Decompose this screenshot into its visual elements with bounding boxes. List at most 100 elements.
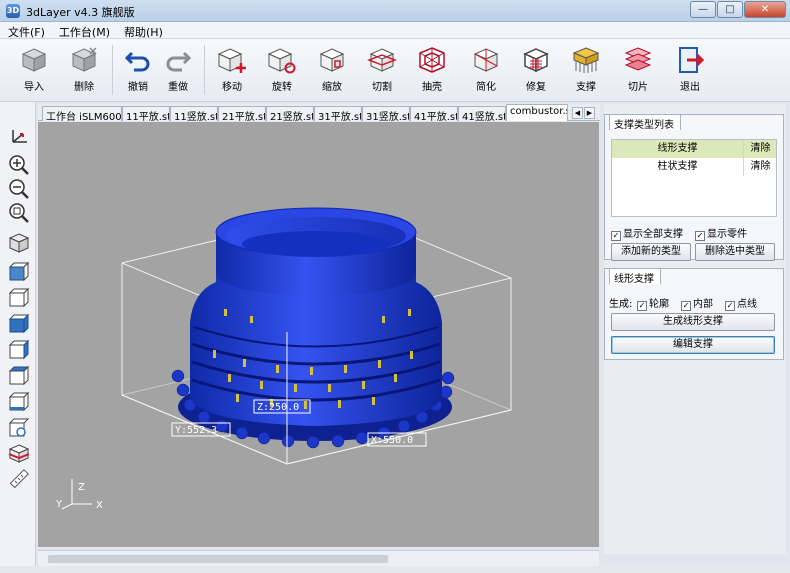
checkbox-checked-icon: ✓ (611, 231, 621, 241)
zoom-in-icon[interactable] (8, 154, 30, 176)
cut-cube-icon (367, 48, 397, 72)
view-reset-icon[interactable] (8, 416, 30, 438)
view-iso-icon[interactable] (8, 232, 30, 254)
tab-workbench[interactable]: 工作台 iSLM600QN (42, 106, 122, 121)
list-item[interactable]: 柱状支撑 清除 (612, 158, 776, 176)
slice-button[interactable]: 切片 (618, 43, 658, 99)
view-front-icon[interactable] (8, 260, 30, 282)
toolbar-separator (204, 45, 205, 95)
maximize-button[interactable]: □ (717, 1, 743, 18)
axis-z-label: Z (78, 482, 85, 493)
move-cube-icon (217, 48, 246, 73)
linear-support-title: 线形支撑 (609, 268, 661, 285)
menu-workbench[interactable]: 工作台(M) (51, 22, 116, 39)
view-top-icon[interactable] (8, 364, 30, 386)
delete-cube-icon (71, 47, 97, 72)
import-label: 导入 (24, 82, 44, 93)
clear-button[interactable]: 清除 (745, 140, 776, 158)
edit-support-button[interactable]: 编辑支撑 (611, 336, 775, 354)
cut-button[interactable]: 切割 (362, 43, 402, 99)
simplify-label: 简化 (476, 82, 496, 93)
repair-button[interactable]: 修复 (516, 43, 556, 99)
title-bar: 3D 3dLayer v4.3 旗舰版 — □ ✕ (0, 0, 790, 22)
menu-bar: 文件(F) 工作台(M) 帮助(H) (0, 22, 790, 39)
show-parts-checkbox[interactable]: ✓ 显示零件 (695, 225, 747, 241)
toolbar: 导入 删除 撤销 重做 移动 旋转 缩放 切割 抽壳 简化 修复 支撑 切片 退… (0, 39, 790, 102)
zoom-fit-icon[interactable] (8, 202, 30, 224)
tab-scroll-left-icon[interactable]: ◀ (572, 107, 583, 119)
tab-file[interactable]: 21平放.stl (218, 106, 266, 121)
show-all-supports-checkbox[interactable]: ✓ 显示全部支撑 (611, 225, 683, 241)
shell-label: 抽壳 (422, 82, 442, 93)
slice-layers-icon (624, 47, 652, 71)
import-button[interactable]: 导入 (14, 43, 54, 99)
delete-button[interactable]: 删除 (64, 43, 104, 99)
cut-plane-icon[interactable] (8, 442, 30, 464)
minimize-button[interactable]: — (690, 1, 716, 18)
add-type-button[interactable]: 添加新的类型 (611, 243, 691, 261)
simplify-cube-icon (473, 48, 499, 72)
menu-help[interactable]: 帮助(H) (116, 22, 169, 39)
support-cube-icon (572, 47, 600, 73)
view-left-icon[interactable] (8, 312, 30, 334)
support-type-name: 柱状支撑 (612, 158, 744, 176)
tab-combustor-active[interactable]: combustor.stl (506, 104, 568, 121)
contour-label: 轮廓 (649, 299, 669, 310)
undo-label: 撤销 (128, 82, 148, 93)
model-combustor (190, 207, 442, 426)
exit-label: 退出 (680, 82, 700, 93)
tab-file[interactable]: 11平放.stl (122, 106, 170, 121)
shell-button[interactable]: 抽壳 (412, 43, 452, 99)
status-bar (0, 566, 790, 573)
inner-checkbox[interactable]: ✓ 内部 (681, 295, 713, 311)
undo-arrow-icon (124, 51, 150, 72)
undo-button[interactable]: 撤销 (118, 43, 158, 99)
tab-file[interactable]: 41平放.stl (410, 106, 458, 121)
tab-file[interactable]: 31竖放.stl (362, 106, 410, 121)
menu-file[interactable]: 文件(F) (0, 22, 51, 39)
ruler-icon[interactable] (8, 468, 30, 490)
slice-label: 切片 (628, 82, 648, 93)
linear-support-group: 线形支撑 生成: ✓ 轮廓 ✓ 内部 ✓ 点线 生成线形支撑 编辑支撑 (604, 268, 784, 360)
redo-button[interactable]: 重做 (158, 43, 198, 99)
move-button[interactable]: 移动 (212, 43, 252, 99)
generate-label: 生成: (609, 299, 633, 310)
cut-label: 切割 (372, 82, 392, 93)
checkbox-checked-icon: ✓ (695, 231, 705, 241)
list-item[interactable]: 线形支撑 清除 (612, 140, 776, 158)
tab-scroll-right-icon[interactable]: ▶ (584, 107, 595, 119)
dotted-checkbox[interactable]: ✓ 点线 (725, 295, 757, 311)
tab-file[interactable]: 41竖放.stl (458, 106, 506, 121)
scrollbar-thumb[interactable] (48, 555, 388, 563)
view-back-icon[interactable] (8, 286, 30, 308)
tab-file[interactable]: 21竖放.stl (266, 106, 314, 121)
axes-icon[interactable] (8, 126, 30, 148)
contour-checkbox[interactable]: ✓ 轮廓 (637, 295, 669, 311)
tab-file[interactable]: 31平放.stl (314, 106, 362, 121)
close-button[interactable]: ✕ (744, 1, 786, 18)
checkbox-checked-icon: ✓ (681, 301, 691, 311)
zoom-out-icon[interactable] (8, 178, 30, 200)
repair-label: 修复 (526, 82, 546, 93)
view-bottom-icon[interactable] (8, 390, 30, 412)
scale-button[interactable]: 缩放 (312, 43, 352, 99)
support-button[interactable]: 支撑 (566, 43, 606, 99)
horizontal-scrollbar[interactable] (38, 550, 599, 566)
simplify-button[interactable]: 简化 (466, 43, 506, 99)
axis-y-label: Y (55, 499, 63, 510)
3d-viewport[interactable]: Z:250.0 Y:552.3 X:550.0 Y Z X (38, 122, 599, 547)
exit-button[interactable]: 退出 (670, 43, 710, 99)
delete-selected-type-button[interactable]: 删除选中类型 (695, 243, 775, 261)
rotate-button[interactable]: 旋转 (262, 43, 302, 99)
clear-button[interactable]: 清除 (745, 158, 776, 176)
generate-linear-support-button[interactable]: 生成线形支撑 (611, 313, 775, 331)
move-label: 移动 (222, 82, 242, 93)
window-title: 3dLayer v4.3 旗舰版 (26, 6, 135, 19)
redo-arrow-icon (166, 51, 192, 72)
view-right-icon[interactable] (8, 338, 30, 360)
tab-file[interactable]: 11竖放.stl (170, 106, 218, 121)
checkbox-checked-icon: ✓ (637, 301, 647, 311)
scene-canvas: Z:250.0 Y:552.3 X:550.0 Y Z X (55, 207, 512, 511)
scale-cube-icon (319, 48, 345, 72)
delete-label: 删除 (74, 82, 94, 93)
